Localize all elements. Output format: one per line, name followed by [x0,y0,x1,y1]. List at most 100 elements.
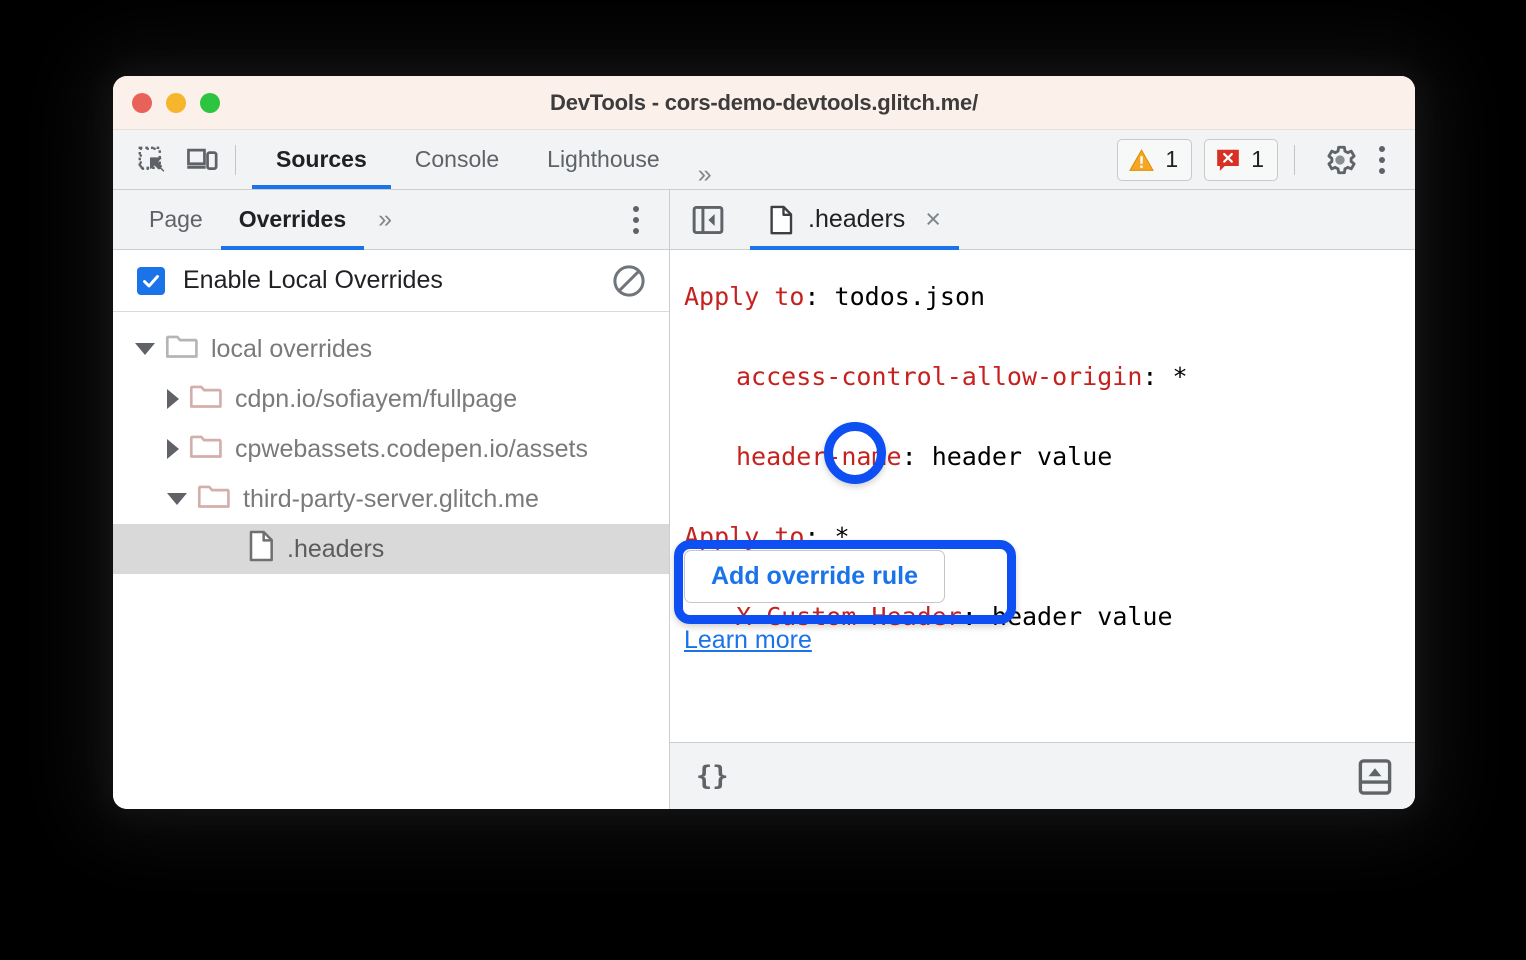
header-colon: : [901,441,917,471]
tree-row-local-overrides[interactable]: local overrides [113,324,669,374]
error-badge-icon [1217,149,1240,171]
more-panels-chevron-icon[interactable]: » [684,160,719,189]
tab-console[interactable]: Console [391,130,523,189]
apply-to-spacing [819,524,834,549]
apply-to-pattern[interactable]: * [835,524,850,549]
editor-pane: .headers × Apply to: todos.json access-c… [670,190,1415,809]
apply-to-label: Apply to [684,521,805,551]
enable-local-overrides-checkbox[interactable] [137,266,165,295]
toolbar-divider-2 [1294,144,1295,175]
gear-icon[interactable] [1321,141,1359,179]
add-override-rule-button[interactable]: Add override rule [684,550,945,603]
editor-tab-headers[interactable]: .headers × [750,190,960,250]
header-value[interactable]: header value [992,604,1173,629]
warning-count-button[interactable]: 1 [1117,138,1193,181]
sidebar-tab-page[interactable]: Page [131,190,221,249]
devtools-body: Page Overrides » Enable Local Overrides [113,190,1415,809]
chevron-down-icon[interactable] [135,343,155,355]
tab-lighthouse-label: Lighthouse [547,146,660,172]
document-icon [768,205,794,235]
document-icon [247,530,275,569]
header-line-1[interactable]: access-control-allow-origin: * [670,356,1415,396]
devtools-main-toolbar: Sources Console Lighthouse » 1 1 [113,130,1415,190]
chevron-right-icon[interactable] [167,389,179,409]
chevron-down-icon[interactable] [167,493,187,505]
device-toolbar-icon[interactable] [185,143,219,177]
tab-console-label: Console [414,146,500,172]
overrides-file-tree: local overrides cdpn.io/sofiayem/fullpag… [113,312,669,809]
tree-row-label: third-party-server.glitch.me [243,484,539,513]
enable-local-overrides-label: Enable Local Overrides [183,266,443,294]
headers-editor-content: Apply to: todos.json access-control-allo… [670,250,1415,742]
sidebar-tab-overrides-label: Overrides [238,206,347,232]
enable-local-overrides-row[interactable]: Enable Local Overrides [113,250,669,312]
editor-tab-label: .headers [808,205,906,233]
navigator-sidebar: Page Overrides » Enable Local Overrides [113,190,670,809]
header-value[interactable]: header value [932,444,1113,469]
apply-to-colon: : [804,281,820,311]
folder-icon [189,382,223,417]
minimize-window-button[interactable] [166,92,186,113]
zoom-window-button[interactable] [200,92,220,113]
folder-icon [189,432,223,467]
devtools-window: DevTools - cors-demo-devtools.glitch.me/… [113,76,1415,809]
tree-row-label: cpwebassets.codepen.io/assets [235,434,588,463]
header-spacing [1157,364,1172,389]
tab-sources-label: Sources [276,146,367,172]
header-name-label[interactable]: X-Custom-Header [736,604,962,629]
code-gap [670,396,1415,436]
apply-to-pattern[interactable]: todos.json [835,284,986,309]
editor-status-bar: {} [670,742,1415,809]
navigator-more-options-icon[interactable] [619,203,653,237]
apply-to-line-1[interactable]: Apply to: todos.json [670,276,1415,316]
tab-lighthouse[interactable]: Lighthouse [523,130,684,189]
tab-sources[interactable]: Sources [252,130,391,189]
folder-icon [165,332,199,367]
header-line-2[interactable]: header-name: header value [670,436,1415,476]
folder-icon [197,482,231,517]
sidebar-tab-page-label: Page [149,206,203,232]
traffic-light-buttons [132,92,220,113]
checkmark-icon [143,274,159,287]
pretty-print-button[interactable]: {} [696,761,729,792]
more-navigator-tabs-chevron-icon[interactable]: » [364,205,399,234]
tree-row-label: .headers [287,534,385,563]
code-gap [670,476,1415,516]
window-title: DevTools - cors-demo-devtools.glitch.me/ [550,89,978,115]
apply-to-label: Apply to [684,281,805,311]
header-spacing [977,604,992,629]
learn-more-link[interactable]: Learn more [684,626,812,655]
tree-row-headers-file[interactable]: .headers [113,524,669,574]
chevron-right-icon[interactable] [167,439,179,459]
tree-row-cdpn-io[interactable]: cdpn.io/sofiayem/fullpage [113,374,669,424]
tree-row-label: local overrides [211,334,373,363]
show-drawer-icon[interactable] [1357,758,1393,796]
panel-tab-list: Sources Console Lighthouse » [252,130,719,189]
header-name-label[interactable]: access-control-allow-origin [736,364,1142,389]
editor-tab-bar: .headers × [670,190,1415,250]
warning-count-label: 1 [1165,146,1179,172]
header-colon: : [961,601,977,631]
no-entry-icon[interactable] [611,263,647,299]
header-name-label[interactable]: header-name [736,444,902,469]
header-value[interactable]: * [1173,364,1188,389]
tree-row-label: cdpn.io/sofiayem/fullpage [235,384,518,413]
header-colon: : [1142,361,1158,391]
collapse-sidebar-icon[interactable] [686,198,730,242]
close-window-button[interactable] [132,92,152,113]
error-count-button[interactable]: 1 [1204,138,1278,181]
inspect-element-icon[interactable] [135,143,169,177]
warning-triangle-icon [1129,148,1155,171]
apply-to-spacing [819,284,834,309]
kebab-menu-icon[interactable] [1367,141,1397,179]
toolbar-divider [235,144,236,175]
close-icon[interactable]: × [925,206,941,233]
tree-row-cpwebassets[interactable]: cpwebassets.codepen.io/assets [113,424,669,474]
code-gap [670,316,1415,356]
apply-to-colon: : [804,521,820,551]
header-spacing [917,444,932,469]
tree-row-third-party-server[interactable]: third-party-server.glitch.me [113,474,669,524]
navigator-tab-list: Page Overrides » [113,190,669,250]
sidebar-tab-overrides[interactable]: Overrides [220,190,365,250]
error-count-label: 1 [1251,146,1264,172]
